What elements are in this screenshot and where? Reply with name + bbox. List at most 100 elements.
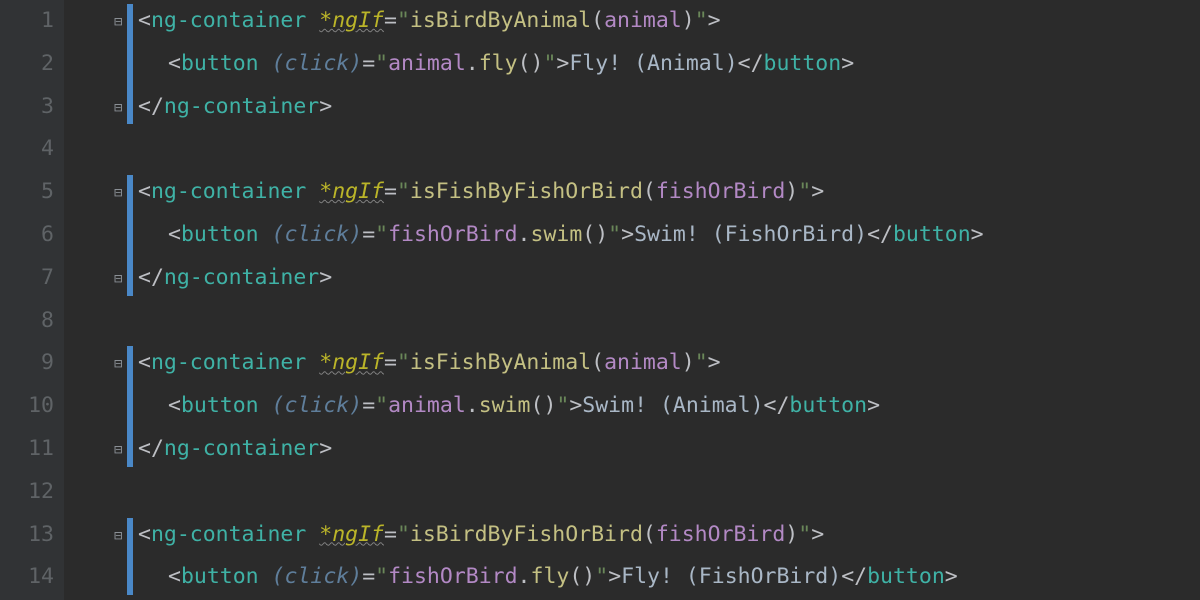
- line-number: 7: [0, 257, 54, 300]
- token-punc: >: [811, 179, 824, 204]
- code-line[interactable]: </ng-container>: [138, 428, 1200, 471]
- token-q: ": [375, 564, 388, 589]
- token-punc: ): [682, 8, 695, 33]
- token-dot: .: [466, 393, 479, 418]
- token-tag: ng-container: [151, 8, 306, 33]
- token-punc: <: [138, 179, 151, 204]
- line-number: 14: [0, 556, 54, 599]
- code-line[interactable]: [138, 128, 1200, 171]
- token-q: ": [695, 350, 708, 375]
- token-q: ": [695, 8, 708, 33]
- token-punc: <: [168, 51, 181, 76]
- token-punc: ): [682, 350, 695, 375]
- token-punc: <: [168, 564, 181, 589]
- token-func: fly: [479, 51, 518, 76]
- token-tag: button: [181, 393, 259, 418]
- token-func: fly: [531, 564, 570, 589]
- token-punc: (: [643, 522, 656, 547]
- token-eq: =: [362, 564, 375, 589]
- token-punc: <: [138, 8, 151, 33]
- fold-close-icon[interactable]: ⊟: [114, 100, 130, 116]
- code-line[interactable]: <ng-container *ngIf="isFishByAnimal(anim…: [138, 342, 1200, 385]
- token-tag: button: [893, 222, 971, 247]
- token-tag: button: [181, 51, 259, 76]
- token-text: Fly! (Animal): [569, 51, 737, 76]
- token-punc: >: [319, 265, 332, 290]
- token-dot: .: [518, 222, 531, 247]
- line-number: 1: [0, 0, 54, 43]
- token-q: ": [556, 393, 569, 418]
- code-line[interactable]: [138, 471, 1200, 514]
- token-punc: >: [319, 94, 332, 119]
- token-punc: <: [138, 522, 151, 547]
- code-line[interactable]: <ng-container *ngIf="isBirdByAnimal(anim…: [138, 0, 1200, 43]
- token-tag: button: [764, 51, 842, 76]
- token-star: *ngIf: [319, 350, 384, 375]
- code-line[interactable]: <button (click)="fishOrBird.swim()">Swim…: [138, 214, 1200, 257]
- token-eq: =: [384, 350, 397, 375]
- token-func: isBirdByAnimal: [410, 8, 591, 33]
- token-tag: button: [867, 564, 945, 589]
- token-punc: </: [764, 393, 790, 418]
- token-q: ": [595, 564, 608, 589]
- token-q: ": [608, 222, 621, 247]
- line-number: 4: [0, 128, 54, 171]
- line-number-gutter: 1234567891011121314: [0, 0, 64, 600]
- line-number: 10: [0, 385, 54, 428]
- token-punc: </: [138, 436, 164, 461]
- token-func: isFishByAnimal: [410, 350, 591, 375]
- token-text: [259, 393, 272, 418]
- token-param: animal: [604, 8, 682, 33]
- token-punc: </: [138, 94, 164, 119]
- token-text: Swim! (FishOrBird): [634, 222, 867, 247]
- token-text: [306, 350, 319, 375]
- code-line[interactable]: </ng-container>: [138, 86, 1200, 129]
- fold-open-icon[interactable]: ⊟: [114, 356, 130, 372]
- token-tag: ng-container: [164, 265, 319, 290]
- token-punc: >: [621, 222, 634, 247]
- token-punc: >: [867, 393, 880, 418]
- fold-open-icon[interactable]: ⊟: [114, 185, 130, 201]
- token-punc: (: [591, 350, 604, 375]
- token-param: animal: [604, 350, 682, 375]
- code-area[interactable]: <ng-container *ngIf="isBirdByAnimal(anim…: [138, 0, 1200, 600]
- token-punc: </: [841, 564, 867, 589]
- line-number: 2: [0, 43, 54, 86]
- token-q: ": [543, 51, 556, 76]
- token-punc: ): [785, 179, 798, 204]
- token-eq: =: [384, 179, 397, 204]
- token-text: [259, 51, 272, 76]
- fold-close-icon[interactable]: ⊟: [114, 271, 130, 287]
- token-attr: (click): [272, 564, 363, 589]
- token-eq: =: [362, 222, 375, 247]
- line-number: 6: [0, 214, 54, 257]
- token-punc: (): [518, 51, 544, 76]
- code-line[interactable]: <button (click)="animal.swim()">Swim! (A…: [138, 385, 1200, 428]
- fold-close-icon[interactable]: ⊟: [114, 442, 130, 458]
- token-attr: (click): [272, 222, 363, 247]
- token-punc: (: [643, 179, 656, 204]
- token-tag: button: [181, 222, 259, 247]
- token-q: ": [397, 522, 410, 547]
- token-punc: >: [841, 51, 854, 76]
- fold-open-icon[interactable]: ⊟: [114, 14, 130, 30]
- token-punc: >: [569, 393, 582, 418]
- code-line[interactable]: <button (click)="fishOrBird.fly()">Fly! …: [138, 556, 1200, 599]
- code-line[interactable]: [138, 300, 1200, 343]
- token-text: Fly! (FishOrBird): [621, 564, 841, 589]
- token-text: [306, 522, 319, 547]
- code-line[interactable]: </ng-container>: [138, 257, 1200, 300]
- token-tag: button: [181, 564, 259, 589]
- token-param: fishOrBird: [656, 179, 785, 204]
- token-punc: <: [168, 222, 181, 247]
- code-line[interactable]: <button (click)="animal.fly()">Fly! (Ani…: [138, 43, 1200, 86]
- token-func: isFishByFishOrBird: [410, 179, 643, 204]
- token-q: ": [798, 179, 811, 204]
- token-star: *ngIf: [319, 522, 384, 547]
- token-func: swim: [479, 393, 531, 418]
- token-eq: =: [384, 8, 397, 33]
- fold-open-icon[interactable]: ⊟: [114, 528, 130, 544]
- code-line[interactable]: <ng-container *ngIf="isBirdByFishOrBird(…: [138, 514, 1200, 557]
- code-line[interactable]: <ng-container *ngIf="isFishByFishOrBird(…: [138, 171, 1200, 214]
- line-number: 8: [0, 300, 54, 343]
